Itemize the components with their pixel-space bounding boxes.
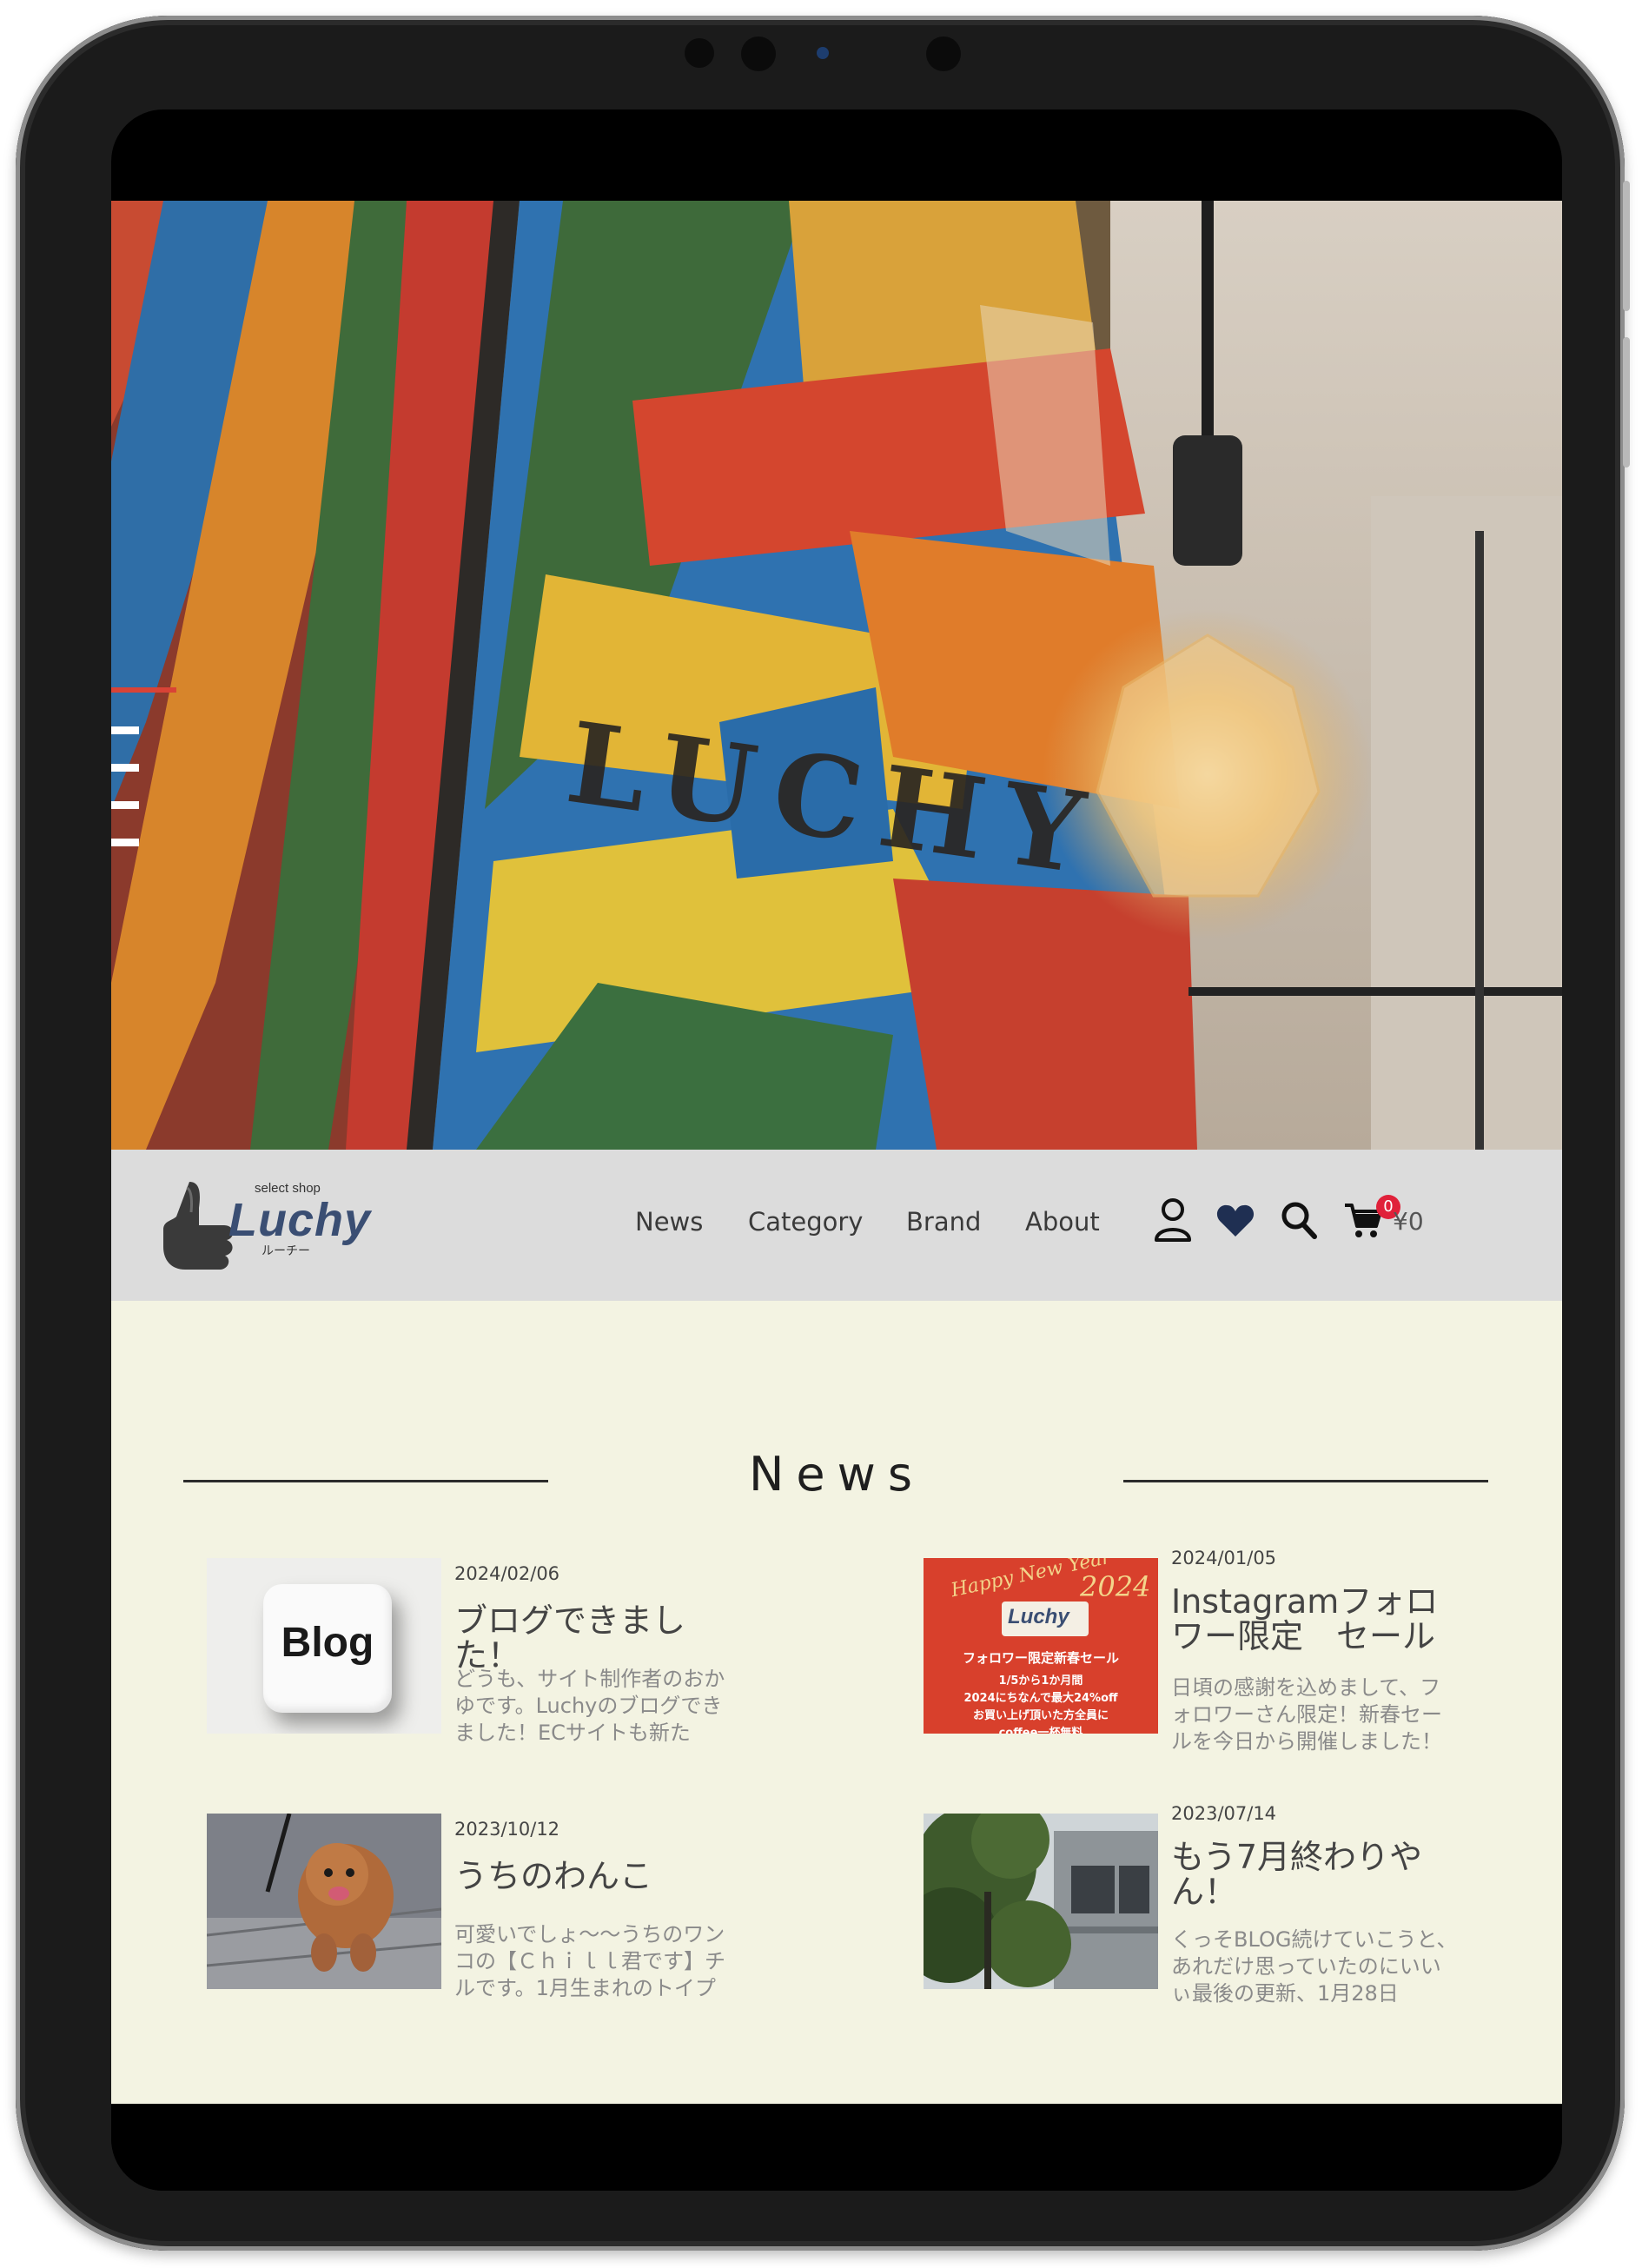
news-excerpt: 日頃の感謝を込めまして、フォロワーさん限定！新春セールを今日から開催しました！ [1171, 1675, 1442, 1754]
news-thumbnail[interactable]: Blog [207, 1558, 441, 1734]
news-date: 2023/07/14 [1171, 1803, 1277, 1824]
news-excerpt: どうも、サイト制作者のおかゆです。Luchyのブログできました！ECサイトも新た [454, 1667, 725, 1745]
screen: LUCHY select shop Luchy ルーチー News Catego… [111, 109, 1562, 2191]
search-icon[interactable] [1280, 1200, 1318, 1240]
screen-bottom-bezel [111, 2104, 1562, 2191]
thumbs-up-logo-icon [163, 1182, 234, 1270]
camera-sensor [685, 38, 714, 68]
user-icon[interactable] [1154, 1197, 1192, 1243]
news-title[interactable]: ブログできました！ [454, 1603, 750, 1673]
cart-total: ¥0 [1393, 1207, 1424, 1236]
thumb-line: 1/5から1か月間 [998, 1674, 1083, 1688]
building-photo [924, 1814, 1158, 1989]
nav-about[interactable]: About [1025, 1207, 1100, 1237]
news-thumbnail[interactable] [924, 1814, 1158, 1989]
nav-news[interactable]: News [635, 1207, 703, 1237]
news-section: News Blog 2024/02/06 ブログできました！ どうも、サイト制作… [111, 1301, 1562, 2104]
nav-brand[interactable]: Brand [906, 1207, 981, 1237]
site-logo[interactable]: select shop Luchy ルーチー [159, 1174, 370, 1278]
hamburger-icon [111, 726, 139, 734]
news-date: 2023/10/12 [454, 1819, 560, 1840]
news-heading: News [749, 1447, 924, 1502]
news-thumbnail[interactable] [207, 1814, 441, 1989]
hamburger-icon [111, 801, 139, 809]
blog-key-label: Blog [281, 1620, 374, 1666]
thumb-year: 2024 [1080, 1570, 1151, 1603]
thumb-brand: Luchy [1008, 1605, 1069, 1628]
thumb-line: 2024にちなんで最大24%off [963, 1692, 1118, 1705]
logo-kana: ルーチー [262, 1244, 310, 1258]
dog-photo [207, 1814, 441, 1989]
heading-rule-right [1123, 1480, 1488, 1482]
thumb-line: coffee一杯無料 [998, 1727, 1083, 1734]
news-date: 2024/02/06 [454, 1563, 560, 1584]
news-date: 2024/01/05 [1171, 1548, 1277, 1568]
tablet-frame: LUCHY select shop Luchy ルーチー News Catego… [16, 16, 1630, 2251]
hero-image: LUCHY [111, 201, 1562, 1150]
news-thumbnail[interactable]: Happy New Year 2024 Luchy フォロワー限定新春セール 1… [924, 1558, 1158, 1734]
camera-sensor [741, 36, 776, 71]
camera-sensor [926, 36, 961, 71]
news-title[interactable]: もう7月終わりやん！ [1171, 1840, 1467, 1909]
nav-category[interactable]: Category [748, 1207, 863, 1237]
thumb-line: お買い上げ頂いた方全員に [972, 1709, 1109, 1722]
hamburger-icon [111, 839, 139, 846]
news-excerpt: くっそBLOG続けていこうと、あれだけ思っていたのにいいぃ最後の更新、1月28日 [1171, 1927, 1458, 2006]
camera-lens [817, 47, 829, 59]
hamburger-icon [111, 764, 139, 772]
news-title[interactable]: うちのわんこ [454, 1859, 750, 1893]
volume-button [1623, 181, 1630, 311]
news-title[interactable]: Instagramフォロワー限定 セール [1171, 1584, 1467, 1654]
heart-icon[interactable] [1216, 1204, 1255, 1238]
logo-name: Luchy [228, 1194, 372, 1246]
menu-toggle-button[interactable] [111, 687, 176, 861]
news-excerpt: 可愛いでしょ〜〜うちのワンコの【Ｃｈｉｌｌ君です】チルです。1月生まれのトイプ [454, 1922, 725, 2000]
painted-pillar-photo [111, 201, 1562, 1150]
site-header: select shop Luchy ルーチー News Category Bra… [111, 1150, 1562, 1301]
volume-button [1623, 337, 1630, 468]
thumb-headline: フォロワー限定新春セール [962, 1650, 1119, 1666]
menu-accent-line [111, 687, 176, 693]
